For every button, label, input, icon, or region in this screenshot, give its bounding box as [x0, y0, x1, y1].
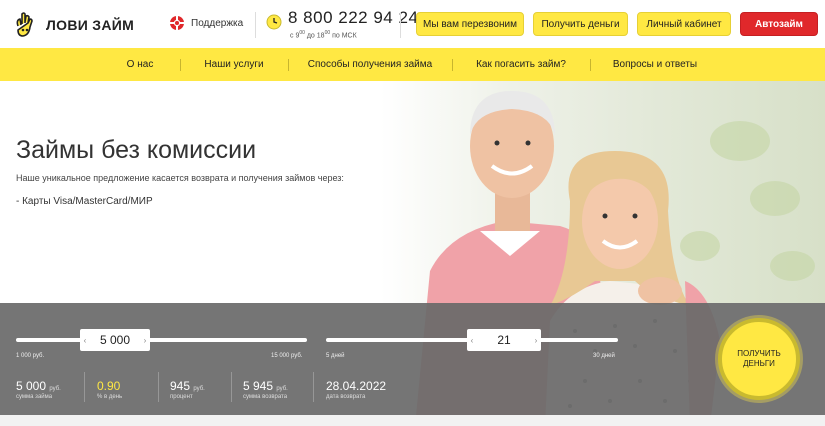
stat-return-sum: 5 945 руб. сумма возврата — [243, 379, 288, 400]
divider — [255, 12, 256, 38]
main-nav: О нас Наши услуги Способы получения займ… — [0, 48, 825, 81]
amount-slider-track[interactable] — [16, 338, 307, 342]
days-min-label: 5 дней — [326, 353, 345, 359]
nav-item-repay[interactable]: Как погасить займ? — [456, 48, 586, 81]
stat-divider — [158, 372, 159, 402]
stat-interest: 945 руб. процент — [170, 379, 205, 400]
divider — [400, 12, 401, 38]
nav-item-services[interactable]: Наши услуги — [184, 48, 284, 81]
header: ЛОВИ ЗАЙМ Поддержка 8 800 222 94 24 с 90… — [0, 0, 825, 48]
nav-separator — [180, 59, 181, 71]
stat-daily-rate: 0.90 % в день — [97, 379, 123, 400]
stat-loan-sum: 5 000 руб. сумма займа — [16, 379, 61, 400]
phone-block: 8 800 222 94 24 с 900 до 1800 по МСК — [266, 8, 418, 39]
lifebuoy-icon — [170, 16, 184, 30]
chevron-left-icon[interactable]: ‹ — [80, 336, 90, 345]
support-label: Поддержка — [191, 17, 244, 29]
hero-title: Займы без комиссии — [16, 136, 257, 164]
stat-divider — [313, 372, 314, 402]
callback-button[interactable]: Мы вам перезвоним — [416, 12, 524, 36]
support-link[interactable]: Поддержка — [169, 15, 243, 31]
hero-subtitle: Наше уникальное предложение касается воз… — [16, 173, 344, 183]
chevron-right-icon[interactable]: › — [140, 336, 150, 345]
stat-divider — [84, 372, 85, 402]
days-stepper[interactable]: ‹ 21 › — [467, 329, 541, 351]
nav-item-about[interactable]: О нас — [104, 48, 176, 81]
nav-item-faq[interactable]: Вопросы и ответы — [594, 48, 716, 81]
get-money-button[interactable]: Получить деньги — [533, 12, 628, 36]
hero-bullet: - Карты Visa/MasterCard/МИР — [16, 196, 153, 207]
chevron-right-icon[interactable]: › — [531, 336, 541, 345]
chevron-left-icon[interactable]: ‹ — [467, 336, 477, 345]
clock-icon — [266, 14, 282, 30]
nav-separator — [590, 59, 591, 71]
stat-divider — [231, 372, 232, 402]
stat-return-date: 28.04.2022 дата возврата — [326, 379, 387, 400]
bottom-strip — [0, 415, 825, 426]
logo-text: ЛОВИ ЗАЙМ — [46, 17, 135, 33]
get-money-circle-button[interactable]: ПОЛУЧИТЬ ДЕНЬГИ — [718, 318, 800, 400]
amount-max-label: 15 000 руб. — [271, 353, 303, 359]
autoloan-button[interactable]: Автозайм — [740, 12, 818, 36]
days-max-label: 30 дней — [593, 353, 615, 359]
logo[interactable]: ЛОВИ ЗАЙМ — [12, 10, 134, 40]
amount-stepper[interactable]: ‹ 5 000 › — [80, 329, 150, 351]
loan-calculator: ‹ 5 000 › 1 000 руб. 15 000 руб. ‹ 21 › … — [0, 303, 825, 415]
amount-min-label: 1 000 руб. — [16, 353, 45, 359]
personal-cabinet-button[interactable]: Личный кабинет — [637, 12, 731, 36]
days-value[interactable]: 21 — [477, 333, 531, 347]
amount-value[interactable]: 5 000 — [90, 333, 140, 347]
nav-item-receive-methods[interactable]: Способы получения займа — [292, 48, 448, 81]
phone-number[interactable]: 8 800 222 94 24 — [288, 8, 418, 28]
nav-separator — [452, 59, 453, 71]
nav-separator — [288, 59, 289, 71]
hand-logo-icon — [16, 12, 33, 37]
